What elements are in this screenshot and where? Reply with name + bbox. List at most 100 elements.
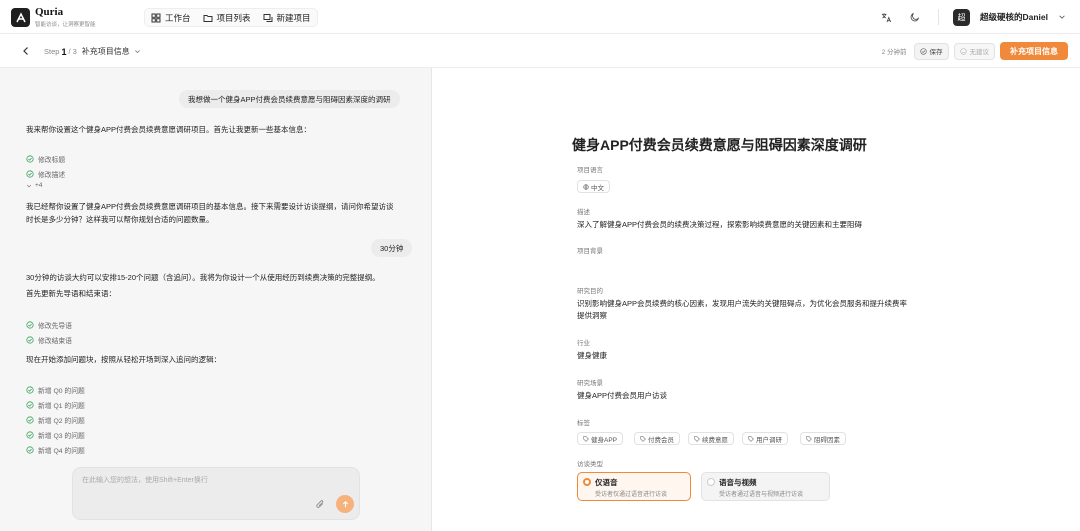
message-line: 30分钟的访谈大约可以安排15-20个问题（含追问）。我将为你设计一个从使用经历… xyxy=(26,273,380,282)
paperclip-icon[interactable] xyxy=(315,499,326,510)
nav-label: 工作台 xyxy=(165,12,191,23)
option-desc: 受访者仅通过语音进行访谈 xyxy=(595,492,668,498)
field-label: 描述 xyxy=(577,209,590,216)
chevron-down-icon[interactable] xyxy=(1058,8,1066,26)
no-suggestion-label: 无建议 xyxy=(969,49,990,56)
tag-chip[interactable]: 续费意愿 xyxy=(688,432,734,445)
tag-icon xyxy=(748,435,754,442)
nav-item-workbench[interactable]: 工作台 xyxy=(145,9,197,26)
brand: Quria 智能访谈，让洞察更智能 xyxy=(35,6,96,29)
action-item: 修改标题 xyxy=(26,154,65,164)
step-title: 补充项目信息 xyxy=(81,47,130,56)
field-label: 行业 xyxy=(577,340,590,347)
tag-chip[interactable]: 付费会员 xyxy=(634,432,680,445)
description-value[interactable]: 深入了解健身APP付费会员的续费决策过程，探索影响续费意愿的关键因素和主要阻碍 xyxy=(577,219,947,231)
language-value: 中文 xyxy=(591,184,604,192)
action-label: 修改先导语 xyxy=(38,323,72,330)
tag-label: 用户调研 xyxy=(756,436,782,444)
project-info-panel: 健身APP付费会员续费意愿与阻碍因素深度调研 项目语言 中文 描述 深入了解健身… xyxy=(433,68,1080,531)
check-circle-icon xyxy=(26,446,34,454)
field-label: 研究场景 xyxy=(577,380,603,387)
send-button[interactable] xyxy=(336,495,354,513)
chevron-down-icon xyxy=(134,50,140,54)
avatar[interactable]: 超 xyxy=(952,8,970,26)
back-arrow-icon[interactable] xyxy=(21,45,31,57)
interview-type-video-option[interactable]: 语音与视频 受访者通过语音与视频进行访谈 xyxy=(701,472,830,501)
no-suggestion-button[interactable]: 无建议 xyxy=(953,42,995,60)
step-actions: 2 分钟前 保存 无建议 补充项目信息 xyxy=(882,42,1068,60)
tag-chip[interactable]: 健身APP xyxy=(577,432,624,445)
check-circle-icon xyxy=(26,416,34,424)
check-circle-icon xyxy=(26,386,34,394)
option-desc: 受访者通过语音与视频进行访谈 xyxy=(719,492,804,498)
grid-icon xyxy=(151,13,161,22)
industry-value[interactable]: 健身健康 xyxy=(577,350,947,362)
option-title: 仅语音 xyxy=(595,478,618,487)
step-bar: Step 1 / 3 补充项目信息 2 分钟前 保存 无建议 补充项目信息 xyxy=(0,34,1080,68)
globe-icon xyxy=(583,183,589,190)
tag-chip[interactable]: 阻碍因素 xyxy=(800,432,846,445)
interview-type-voice-option[interactable]: 仅语音 受访者仅通过语音进行访谈 xyxy=(577,472,691,501)
tag-chip[interactable]: 用户调研 xyxy=(742,432,788,445)
quria-logo-icon[interactable] xyxy=(11,8,30,27)
assistant-message: 现在开始添加问题块，按照从轻松开场到深入追问的逻辑： xyxy=(26,355,221,364)
save-label: 保存 xyxy=(929,49,943,56)
check-circle-icon xyxy=(26,431,34,439)
assistant-message: 我已经帮你设置了健身APP付费会员续费意愿调研项目的基本信息。接下来需要设计访谈… xyxy=(26,200,406,226)
more-count: +4 xyxy=(35,182,43,189)
action-item: 修改描述 xyxy=(26,169,65,179)
scenario-value[interactable]: 健身APP付费会员用户访谈 xyxy=(577,390,947,402)
tag-icon xyxy=(694,435,700,442)
action-label: 修改结束语 xyxy=(38,338,72,345)
tag-label: 续费意愿 xyxy=(702,436,728,444)
action-label: 修改描述 xyxy=(38,172,66,179)
field-label: 项目背景 xyxy=(577,248,603,255)
user-message: 我想做一个健身APP付费会员续费意愿与阻碍因素深度的调研 xyxy=(179,90,400,108)
action-item: 新增 Q2 的问题 xyxy=(26,415,85,425)
step-prefix: Step xyxy=(44,47,60,56)
step-current: 1 xyxy=(61,46,67,57)
nav-label: 新建项目 xyxy=(276,12,311,23)
action-item: 新增 Q1 的问题 xyxy=(26,400,85,410)
save-button[interactable]: 保存 xyxy=(913,42,949,60)
action-label: 修改标题 xyxy=(38,157,66,164)
goal-value[interactable]: 识别影响健身APP会员续费的核心因素，发现用户流失的关键阻碍点，为优化会员服务和… xyxy=(577,298,947,322)
send-icon xyxy=(342,500,348,507)
radio-selected xyxy=(583,478,591,486)
nav-label: 项目列表 xyxy=(216,12,251,23)
check-circle-icon xyxy=(26,170,34,178)
tag-label: 付费会员 xyxy=(648,436,674,444)
action-label: 新增 Q2 的问题 xyxy=(38,418,85,425)
field-label: 标签 xyxy=(577,420,590,427)
brand-name: Quria xyxy=(35,6,64,18)
smile-icon xyxy=(959,47,967,55)
background-value[interactable] xyxy=(577,258,947,270)
action-item: 新增 Q3 的问题 xyxy=(26,430,85,440)
check-circle-icon xyxy=(26,401,34,409)
tag-label: 阻碍因素 xyxy=(814,436,840,444)
field-label: 访谈类型 xyxy=(577,461,603,468)
user-message: 30分钟 xyxy=(371,239,413,257)
message-line: 我已经帮你设置了健身APP付费会员续费意愿调研项目的基本信息。接下来需要设计访谈… xyxy=(26,202,394,211)
message-line: 时长是多少分钟？这样我可以帮你规划合适的问题数量。 xyxy=(26,215,214,224)
chevron-down-icon xyxy=(26,184,32,187)
chat-input[interactable]: 在此输入您的想法，使用Shift+Enter换行 xyxy=(72,467,360,520)
project-title[interactable]: 健身APP付费会员续费意愿与阻碍因素深度调研 xyxy=(572,135,867,155)
action-item: 新增 Q4 的问题 xyxy=(26,445,85,455)
expand-more-actions[interactable]: +4 xyxy=(26,182,42,189)
action-label: 新增 Q4 的问题 xyxy=(38,448,85,455)
user-name[interactable]: 超级硬核的Daniel xyxy=(980,11,1048,23)
message-line: 首先更新先导语和结束语： xyxy=(26,289,116,298)
top-right-actions: 超 超级硬核的Daniel xyxy=(878,8,1066,26)
nav-item-projects[interactable]: 项目列表 xyxy=(197,9,257,26)
tag-label: 健身APP xyxy=(591,436,618,444)
language-chip[interactable]: 中文 xyxy=(577,180,610,193)
translate-icon[interactable] xyxy=(878,8,896,26)
moon-icon[interactable] xyxy=(906,8,924,26)
step-indicator[interactable]: Step 1 / 3 补充项目信息 xyxy=(44,46,141,57)
nav-item-new-project[interactable]: 新建项目 xyxy=(257,9,317,26)
supplement-info-button[interactable]: 补充项目信息 xyxy=(1000,42,1068,60)
action-item: 修改结束语 xyxy=(26,335,72,345)
action-label: 新增 Q1 的问题 xyxy=(38,403,85,410)
check-circle-icon xyxy=(26,155,34,163)
